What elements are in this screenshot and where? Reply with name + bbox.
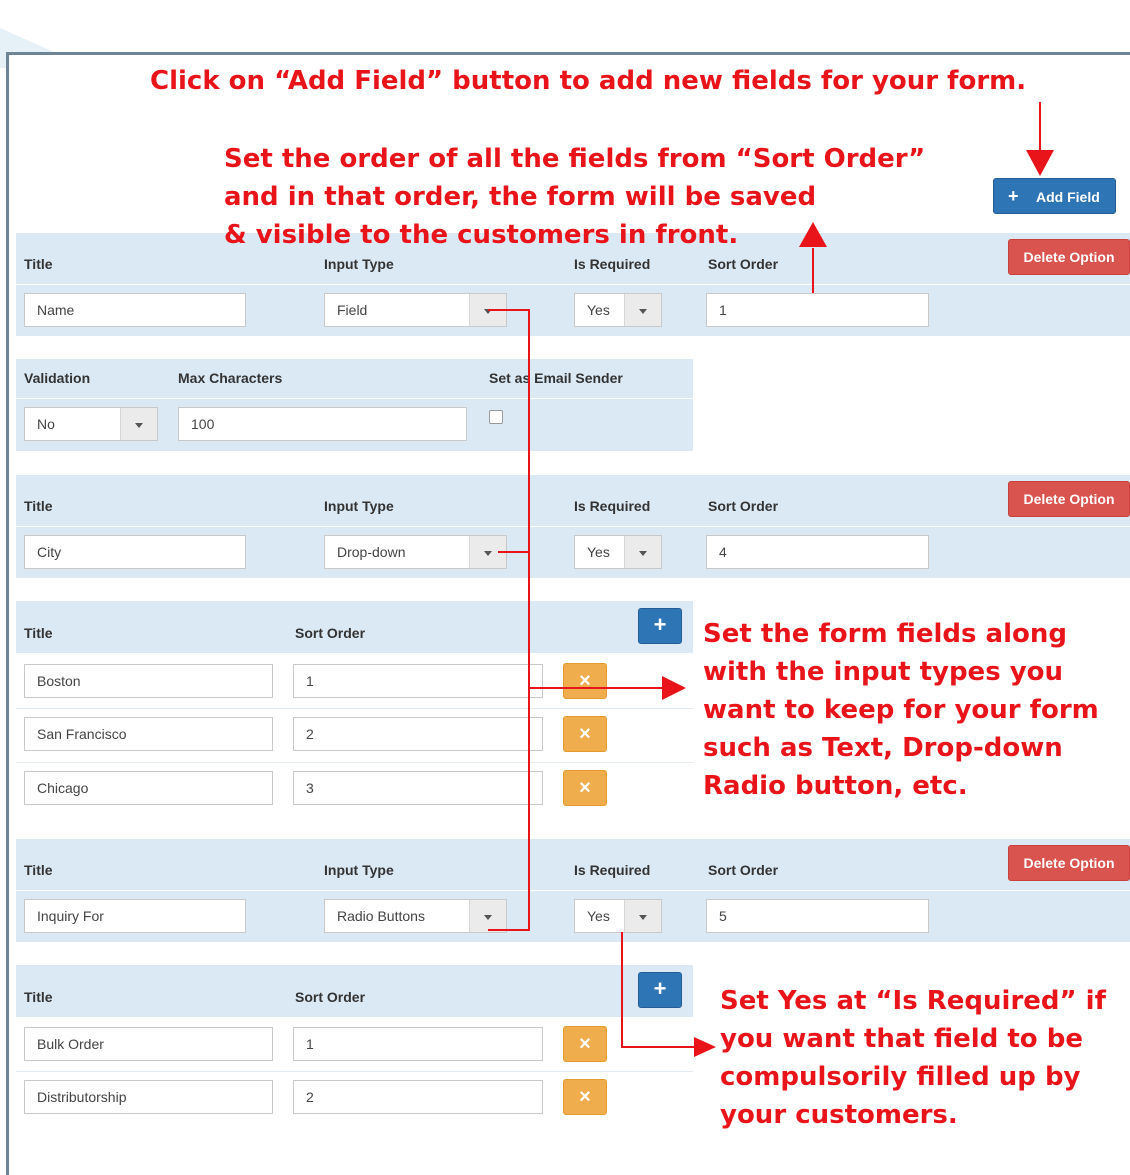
annotation-line: want to keep for your form bbox=[703, 695, 1099, 725]
bracket-input-types bbox=[488, 309, 530, 931]
annotation-line: and in that order, the form will be save… bbox=[224, 182, 817, 212]
annotation-line: Set the order of all the fields from “So… bbox=[224, 144, 926, 174]
annotation-line: & visible to the customers in front. bbox=[224, 220, 739, 250]
annotation-add-field: Click on “Add Field” button to add new f… bbox=[150, 66, 1027, 96]
annotation-line: such as Text, Drop-down bbox=[703, 733, 1063, 763]
arrowhead bbox=[1026, 150, 1054, 176]
annotation-is-required: Set Yes at “Is Required” if you want tha… bbox=[720, 982, 1106, 1134]
arrowhead bbox=[662, 676, 686, 700]
annotation-line: compulsorily filled up by bbox=[720, 1062, 1081, 1092]
annotation-line: Set the form fields along bbox=[703, 619, 1067, 649]
annotation-sort-order: Set the order of all the fields from “So… bbox=[224, 140, 925, 254]
annotation-line: Radio button, etc. bbox=[703, 771, 968, 801]
arrow-to-is-required-note bbox=[621, 932, 695, 1048]
annotation-line: with the input types you bbox=[703, 657, 1064, 687]
annotation-line: Set Yes at “Is Required” if bbox=[720, 986, 1106, 1016]
annotation-line: your customers. bbox=[720, 1100, 958, 1130]
annotation-input-types: Set the form fields along with the input… bbox=[703, 615, 1099, 805]
arrowhead bbox=[694, 1037, 716, 1057]
annotation-line: you want that field to be bbox=[720, 1024, 1083, 1054]
